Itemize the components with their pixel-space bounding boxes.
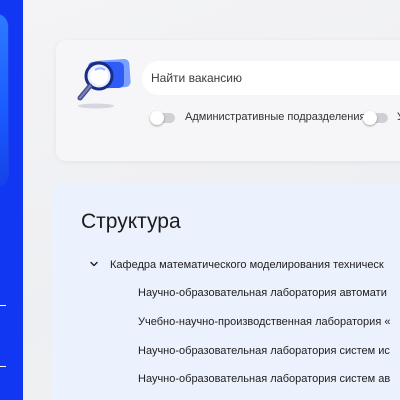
structure-title: Структура — [81, 210, 181, 233]
lab-item[interactable]: Учебно-научно-производственная лаборатор… — [138, 316, 390, 328]
lab-item[interactable]: Научно-образовательная лаборатория систе… — [138, 345, 390, 357]
magnifier-icon — [77, 59, 131, 109]
admin-units-toggle[interactable] — [150, 111, 175, 125]
sidebar-divider — [0, 366, 6, 367]
search-input[interactable] — [142, 61, 400, 95]
lab-item[interactable]: Научно-образовательная лаборатория автом… — [138, 287, 387, 299]
toggle-knob — [363, 111, 377, 125]
department-item[interactable]: Кафедра математического моделирования те… — [110, 259, 384, 271]
admin-units-label: Административные подразделения — [185, 111, 366, 123]
sidebar-card[interactable] — [0, 14, 8, 186]
second-filter-toggle[interactable] — [363, 111, 388, 125]
sidebar-divider — [0, 305, 6, 306]
toggle-knob — [150, 111, 164, 125]
lab-item[interactable]: Научно-образовательная лаборатория систе… — [138, 373, 390, 385]
sidebar — [0, 0, 23, 400]
chevron-down-icon[interactable] — [88, 258, 100, 270]
